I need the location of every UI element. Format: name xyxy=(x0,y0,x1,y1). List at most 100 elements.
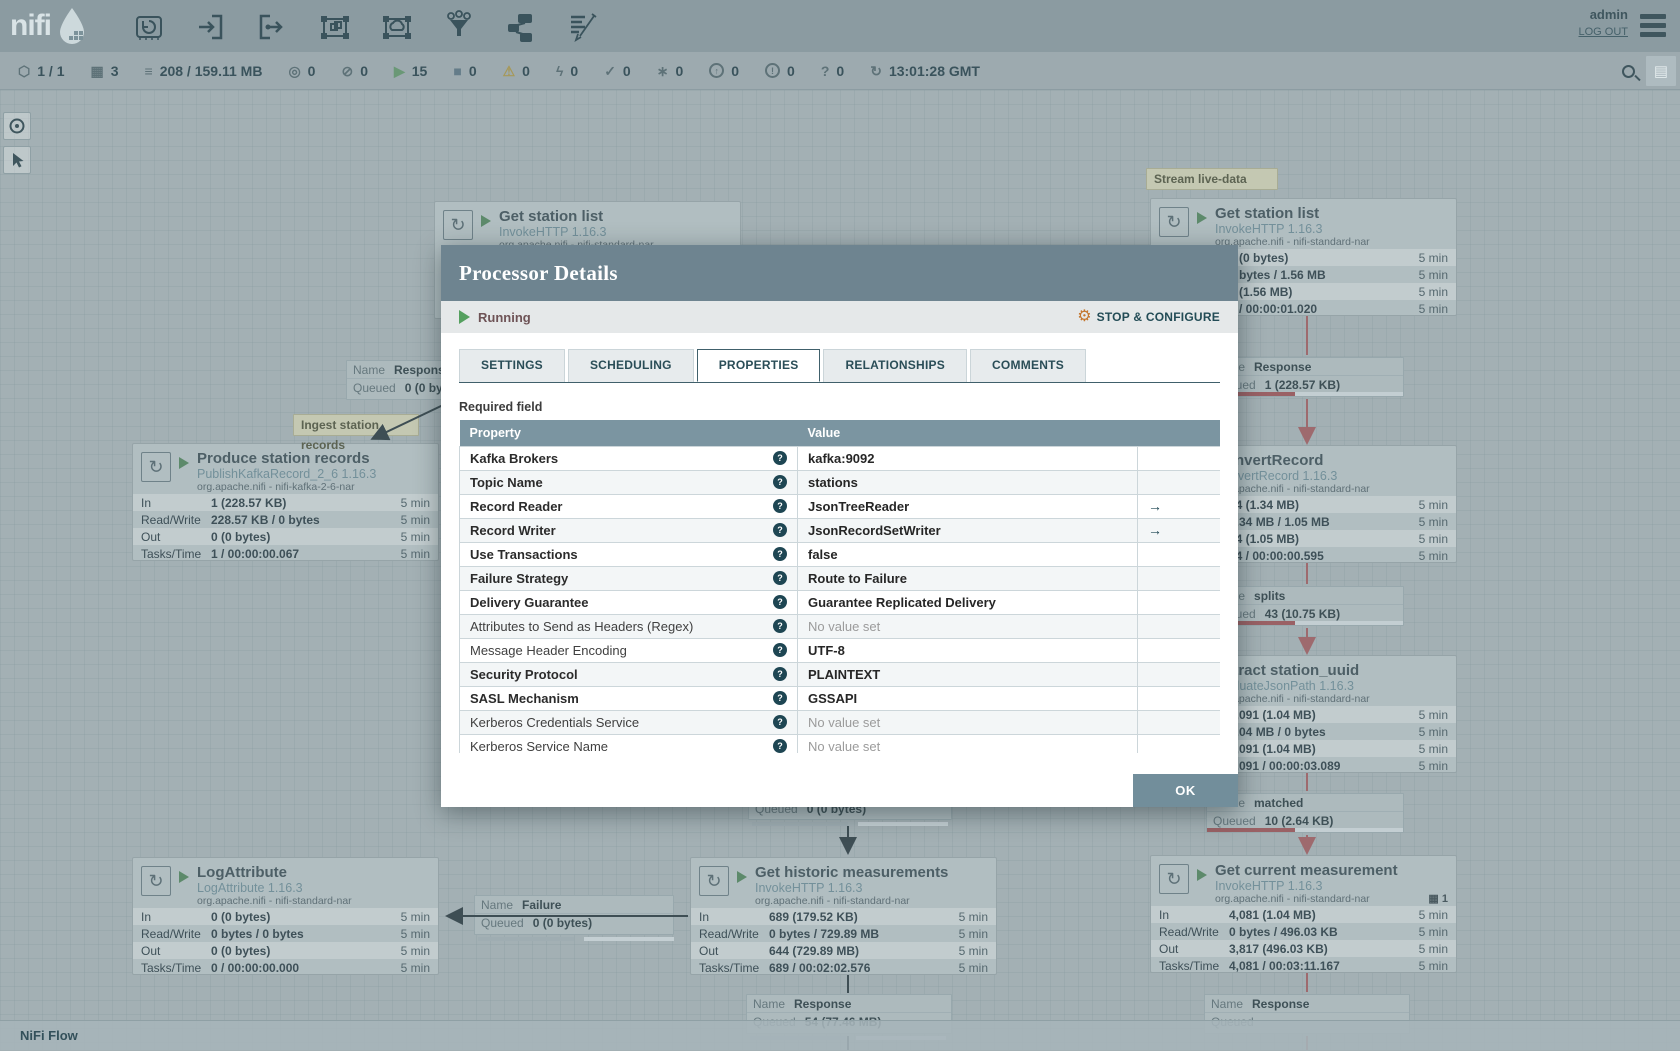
table-row: Delivery Guarantee? Guarantee Replicated … xyxy=(459,589,1220,615)
help-icon: ? xyxy=(773,643,787,657)
status-up-to-date: ✓ 0 xyxy=(604,63,631,79)
processor-icon: ↻ xyxy=(141,452,171,482)
status-refresh[interactable]: ↻ 13:01:28 GMT xyxy=(870,63,980,79)
connection-label[interactable]: Name Failure Queued 0 (0 bytes) xyxy=(474,895,674,935)
column-extra xyxy=(1137,420,1220,446)
property-value: No value set xyxy=(808,714,881,730)
go-to-service-icon[interactable]: → xyxy=(1148,498,1162,514)
dialog-status-bar: Running ⚙ STOP & CONFIGURE xyxy=(441,301,1238,333)
property-name: Topic Name xyxy=(470,474,543,490)
tab-comments[interactable]: COMMENTS xyxy=(970,349,1086,382)
processor-name: Extract station_uuid xyxy=(1215,662,1360,679)
stat-value: 3,817 (496.03 KB) xyxy=(1229,941,1328,956)
stat-row: In 0 (0 bytes) 5 min xyxy=(133,908,438,925)
process-group-tool-button[interactable] xyxy=(316,8,354,46)
table-row: Record Reader? JsonTreeReader → xyxy=(459,493,1220,519)
processor-node[interactable]: ↻ Produce station records PublishKafkaReco… xyxy=(132,443,439,561)
go-to-service-icon[interactable]: → xyxy=(1148,522,1162,538)
processor-name: Get current measurement xyxy=(1215,862,1398,879)
template-tool-button[interactable] xyxy=(502,8,540,46)
stat-period: 5 min xyxy=(400,909,430,924)
tab-properties[interactable]: PROPERTIES xyxy=(696,349,821,382)
property-name: Use Transactions xyxy=(470,546,578,562)
required-field-note: Required field xyxy=(459,400,543,414)
help-icon: ? xyxy=(773,547,787,561)
stop-and-configure-button[interactable]: ⚙ STOP & CONFIGURE xyxy=(1077,309,1220,325)
tab-relationships[interactable]: RELATIONSHIPS xyxy=(823,349,968,382)
help-icon: ? xyxy=(773,667,787,681)
status-grid-count: 3 xyxy=(110,62,119,79)
stat-label: Tasks/Time xyxy=(141,546,202,561)
logout-link[interactable]: LOG OUT xyxy=(1578,24,1628,40)
status-invalid-count: 0 xyxy=(522,62,530,79)
output-port-tool-button[interactable] xyxy=(254,8,292,46)
tab-scheduling[interactable]: SCHEDULING xyxy=(567,349,694,382)
processor-titles: ConvertRecord ConvertRecord 1.16.3 org.apa… xyxy=(1215,452,1450,495)
processor-bundle: org.apache.nifi - nifi-standard-nar xyxy=(197,895,352,907)
processor-tool-button[interactable] xyxy=(130,8,168,46)
queue-bar xyxy=(858,822,948,826)
link-cell xyxy=(1137,709,1220,735)
stopped-icon: ■ xyxy=(453,62,462,79)
property-cell: Use Transactions? xyxy=(459,541,798,567)
connection-name-row: Name Response xyxy=(747,995,951,1013)
processor-titles: Produce station records PublishKafkaRecor… xyxy=(197,450,432,493)
stat-row: Read/Write 228.57 KB / 0 bytes 5 min xyxy=(133,511,438,528)
label-tool-button[interactable] xyxy=(564,8,602,46)
queue-bar xyxy=(478,937,574,941)
stat-period: 5 min xyxy=(1418,250,1448,265)
input-port-tool-button[interactable] xyxy=(192,8,230,46)
search-button[interactable] xyxy=(1610,52,1646,90)
tab-settings[interactable]: SETTINGS xyxy=(459,349,565,382)
global-menu-icon[interactable] xyxy=(1640,14,1666,41)
modified-stale-icon: ! xyxy=(765,63,781,78)
value-cell: UTF-8 xyxy=(797,637,1138,663)
connection-name-value: matched xyxy=(1254,795,1304,810)
dialog-title: Processor Details xyxy=(441,245,1238,301)
operate-button[interactable] xyxy=(3,146,31,174)
stat-period: 5 min xyxy=(1418,924,1448,939)
stat-period: 5 min xyxy=(1418,741,1448,756)
breadcrumb[interactable]: NiFi Flow xyxy=(20,1028,78,1043)
cursor-hand-icon xyxy=(13,153,24,168)
processor-node[interactable]: ↻ LogAttribute LogAttribute 1.16.3 org.apac… xyxy=(132,857,439,975)
target-icon xyxy=(9,118,25,134)
canvas-label[interactable]: Ingest station records xyxy=(293,414,419,452)
processor-node[interactable]: ↻ Get historic measurements InvokeHTTP 1.1… xyxy=(690,857,997,975)
canvas-label[interactable]: Stream live-data xyxy=(1146,168,1278,190)
stat-period: 5 min xyxy=(1418,301,1448,316)
connection-queued-value: 1 (228.57 KB) xyxy=(1264,378,1341,392)
stat-period: 5 min xyxy=(400,512,430,527)
ok-button[interactable]: OK xyxy=(1133,774,1238,807)
funnel-tool-button[interactable] xyxy=(440,8,478,46)
stop-and-configure-label: STOP & CONFIGURE xyxy=(1096,310,1220,324)
stat-period: 5 min xyxy=(1418,284,1448,299)
status-stopped: ■ 0 xyxy=(453,63,476,79)
canvas-panel-button[interactable]: ▤ xyxy=(1646,56,1676,86)
processor-icon: ↻ xyxy=(443,210,473,240)
navigate-button[interactable] xyxy=(3,112,31,140)
value-cell: PLAINTEXT xyxy=(797,661,1138,687)
processor-icon: ↻ xyxy=(1159,864,1189,894)
stat-label: Out xyxy=(1159,941,1179,956)
stat-label: Out xyxy=(141,529,161,544)
stat-row: Out 0 (0 bytes) 5 min xyxy=(133,942,438,959)
processor-icon: ↻ xyxy=(1159,207,1189,237)
grid-icon: ▦ xyxy=(90,62,104,79)
value-cell: kafka:9092 xyxy=(797,445,1138,471)
property-name: SASL Mechanism xyxy=(470,690,579,706)
table-row: Security Protocol? PLAINTEXT xyxy=(459,661,1220,687)
running-icon: ▶ xyxy=(393,62,405,79)
stat-value: 4,091 (1.04 MB) xyxy=(1229,741,1316,756)
processor-titles: LogAttribute LogAttribute 1.16.3 org.apach… xyxy=(197,864,432,907)
processor-node[interactable]: ↻ Get current measurement InvokeHTTP 1.16.… xyxy=(1150,855,1457,973)
link-cell xyxy=(1137,565,1220,591)
stat-period: 5 min xyxy=(1418,724,1448,739)
processor-type: InvokeHTTP 1.16.3 xyxy=(1215,222,1323,236)
not-transmitting-icon: ⊘ xyxy=(341,62,354,79)
processor-bundle: org.apache.nifi - nifi-standard-nar xyxy=(1215,893,1370,905)
link-cell xyxy=(1137,469,1220,495)
queue-bar xyxy=(584,937,674,941)
remote-process-group-tool-button[interactable] xyxy=(378,8,416,46)
stat-value: 0 bytes / 496.03 KB xyxy=(1229,924,1338,939)
